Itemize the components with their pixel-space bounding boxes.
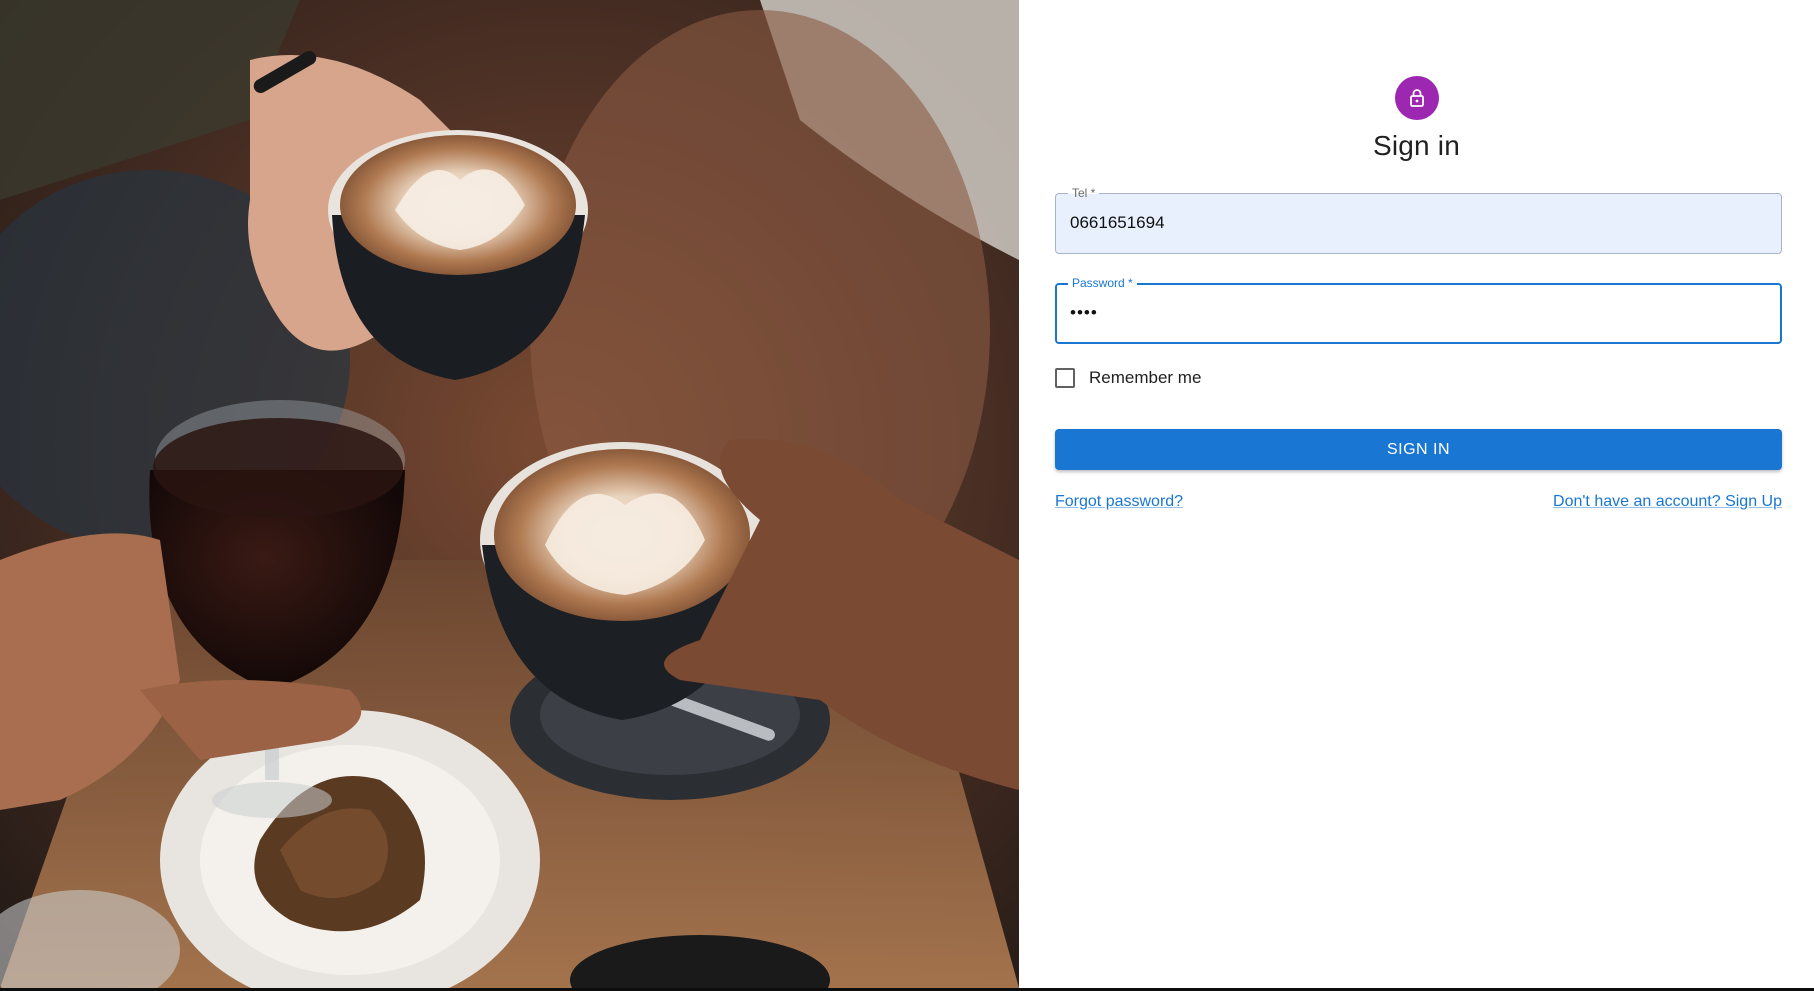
tel-field[interactable]: Tel * — [1055, 185, 1782, 254]
password-input[interactable]: •••• — [1070, 303, 1760, 323]
remember-me[interactable]: Remember me — [1055, 366, 1201, 390]
signin-button[interactable]: SIGN IN — [1055, 429, 1782, 470]
page-title: Sign in — [1372, 130, 1460, 161]
tel-label: Tel * — [1068, 185, 1100, 201]
tel-input[interactable] — [1070, 213, 1760, 233]
password-label: Password * — [1068, 275, 1137, 291]
avatar — [1395, 76, 1439, 120]
remember-label: Remember me — [1089, 368, 1202, 387]
remember-checkbox[interactable] — [1055, 368, 1075, 388]
coffee-cheers-illustration — [0, 0, 1019, 988]
signin-panel: Sign in Tel * Password * •••• Remember m… — [1019, 0, 1814, 988]
app-root: Sign in Tel * Password * •••• Remember m… — [0, 0, 1814, 988]
password-field[interactable]: Password * •••• — [1055, 275, 1782, 344]
signup-link[interactable]: Don't have an account? Sign Up — [1553, 493, 1782, 511]
forgot-password-link[interactable]: Forgot password? — [1055, 493, 1183, 511]
lock-icon — [1410, 89, 1424, 107]
hero-image — [0, 0, 1019, 988]
